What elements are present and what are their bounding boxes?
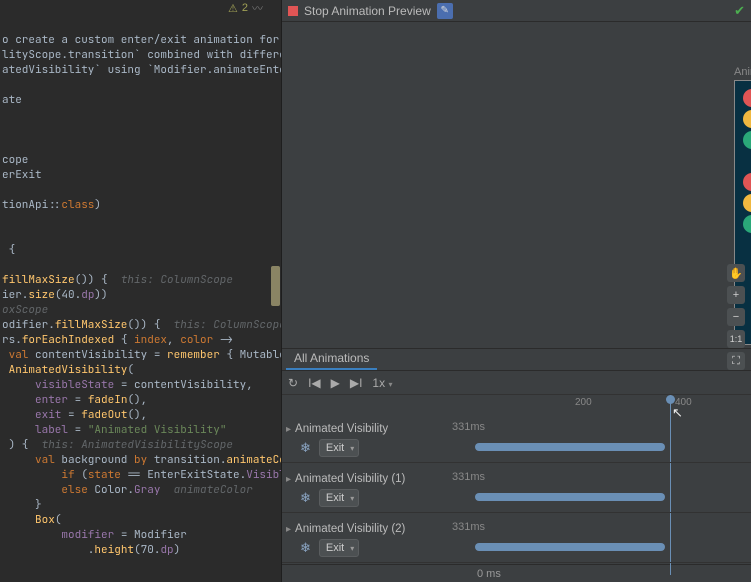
zoom-in-button[interactable]: + [727,286,745,304]
chevron-right-icon[interactable]: ▸ [286,424,291,435]
state-dropdown[interactable]: Exit▾ [319,489,359,507]
preview-side-tools: ✋ + − 1:1 ⛶ [727,264,747,370]
color-bar [743,89,751,107]
play-icon[interactable]: ▶ [331,376,340,390]
edit-icon[interactable]: ✎ [437,3,453,19]
speed-dropdown[interactable]: 1x ▾ [372,376,392,390]
color-bar [743,131,751,149]
chevron-right-icon[interactable]: ▸ [286,524,291,535]
color-bar [743,194,751,212]
animation-timeline[interactable]: 200 400 600 800 1000 ↖ ▸Animated Visibil… [282,395,751,564]
loop-icon[interactable]: ↻ [288,376,298,390]
track-duration: 331ms [452,471,485,483]
status-ok-icon: ✔ [734,3,745,19]
zoom-out-button[interactable]: − [727,308,745,326]
editor-scrollbar[interactable] [271,266,280,306]
timeline-bar[interactable] [475,543,665,551]
state-dropdown[interactable]: Exit▾ [319,539,359,557]
expand-button[interactable]: ⛶ [727,352,745,370]
color-bar [743,236,751,254]
editor-inspections: ⚠ 2 〰 [0,0,281,16]
color-bar [743,110,751,128]
track-name: Animated Visibility [295,423,388,435]
animation-controls: ↻ I◀ ▶ ▶I 1x ▾ [282,371,751,395]
color-bar [743,173,751,191]
preview-pane: Stop Animation Preview ✎ ✔ AnimatedVisib… [281,0,751,582]
animation-track: ▸ Animated Visibility 331ms ❄ Exit▾ [282,415,751,463]
track-duration: 331ms [452,521,485,533]
animation-track: ▸ Animated Visibility (2) 331ms ❄ Exit▾ [282,515,751,563]
warning-icon: ⚠ [228,2,238,15]
preview-title: Stop Animation Preview [304,4,431,18]
animation-panel: All Animations ↻ I◀ ▶ ▶I 1x ▾ 200 400 60… [282,348,751,582]
timeline-bar[interactable] [475,443,665,451]
inspection-eye-icon: 〰 [252,0,263,16]
timeline-ruler[interactable]: 200 400 600 800 1000 [475,395,751,415]
zoom-1to1-button[interactable]: 1:1 [727,330,745,348]
chevron-right-icon[interactable]: ▸ [286,474,291,485]
step-back-icon[interactable]: I◀ [308,376,321,390]
pan-tool[interactable]: ✋ [727,264,745,282]
animation-track: ▸ Animated Visibility (1) 331ms ❄ Exit▾ [282,465,751,513]
track-name: Animated Visibility (2) [295,523,405,535]
tab-all-animations[interactable]: All Animations [286,348,377,370]
warning-count: 2 [242,2,248,14]
track-name: Animated Visibility (1) [295,473,405,485]
color-bar [743,152,751,170]
step-forward-icon[interactable]: ▶I [350,376,363,390]
freeze-icon[interactable]: ❄ [300,440,311,456]
state-dropdown[interactable]: Exit▾ [319,439,359,457]
timeline-status: 0 ms [282,564,751,582]
timeline-bar[interactable] [475,493,665,501]
code-text[interactable]: o create a custom enter/exit animation f… [0,18,281,573]
freeze-icon[interactable]: ❄ [300,540,311,556]
track-duration: 331ms [452,421,485,433]
freeze-icon[interactable]: ❄ [300,490,311,506]
code-editor-pane: ⚠ 2 〰 o create a custom enter/exit anima… [0,0,281,582]
stop-icon[interactable] [288,6,298,16]
animation-tabs: All Animations [282,349,751,371]
preview-toolbar: Stop Animation Preview ✎ ✔ [282,0,751,22]
preview-stage: AnimatedVisibility ♥ ✋ + − 1:1 ⛶ [282,22,751,348]
device-label: AnimatedVisibility [734,66,751,78]
color-bar [743,215,751,233]
